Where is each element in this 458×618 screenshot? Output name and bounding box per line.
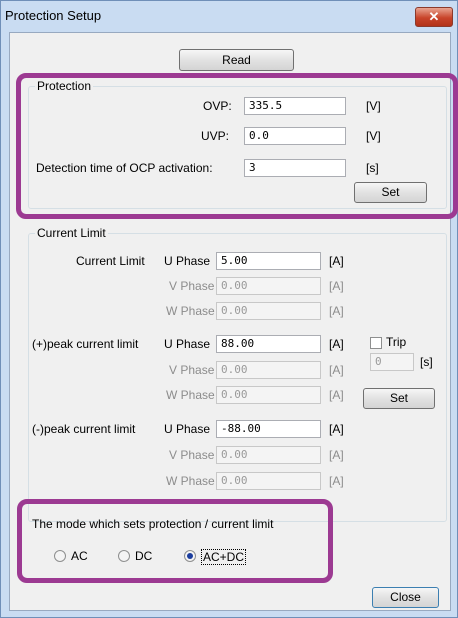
window-title: Protection Setup xyxy=(5,8,102,23)
current-limit-w-phase-unit: [A] xyxy=(329,304,344,318)
negative-peak-v-phase-label: V Phase xyxy=(169,448,215,462)
positive-peak-u-phase-input[interactable]: 88.00 xyxy=(216,335,321,353)
close-icon: ✕ xyxy=(428,9,440,24)
mode-highlight xyxy=(17,499,333,583)
positive-peak-w-phase-unit: [A] xyxy=(329,388,344,402)
close-button[interactable]: Close xyxy=(372,587,439,608)
negative-peak-w-phase-unit: [A] xyxy=(329,474,344,488)
trip-time-input[interactable]: 0 xyxy=(370,353,414,371)
trip-time-unit: [s] xyxy=(420,355,433,369)
protection-highlight xyxy=(16,73,458,219)
current-limit-v-phase-unit: [A] xyxy=(329,279,344,293)
negative-peak-limit-label: (-)peak current limit xyxy=(32,422,136,436)
current-limit-group: Current Limit Current Limit U Phase 5.00… xyxy=(28,226,447,522)
positive-peak-v-phase-unit: [A] xyxy=(329,363,344,377)
current-limit-set-button[interactable]: Set xyxy=(363,388,435,409)
positive-peak-limit-label: (+)peak current limit xyxy=(32,337,139,351)
negative-peak-u-phase-label: U Phase xyxy=(164,422,211,436)
negative-peak-v-phase-unit: [A] xyxy=(329,448,344,462)
read-button[interactable]: Read xyxy=(179,49,294,71)
window-close-button[interactable]: ✕ xyxy=(415,7,453,27)
current-limit-v-phase-input[interactable]: 0.00 xyxy=(216,277,321,295)
positive-peak-v-phase-label: V Phase xyxy=(169,363,215,377)
positive-peak-u-phase-label: U Phase xyxy=(164,337,211,351)
negative-peak-u-phase-unit: [A] xyxy=(329,422,344,436)
current-limit-u-phase-input[interactable]: 5.00 xyxy=(216,252,321,270)
current-limit-w-phase-label: W Phase xyxy=(166,304,215,318)
trip-checkbox[interactable] xyxy=(370,337,382,349)
current-limit-w-phase-input[interactable]: 0.00 xyxy=(216,302,321,320)
positive-peak-w-phase-input[interactable]: 0.00 xyxy=(216,386,321,404)
positive-peak-u-phase-unit: [A] xyxy=(329,337,344,351)
positive-peak-w-phase-label: W Phase xyxy=(166,388,215,402)
positive-peak-v-phase-input[interactable]: 0.00 xyxy=(216,361,321,379)
protection-setup-window: Protection Setup ✕ Read Protection OVP: … xyxy=(0,0,458,618)
current-limit-v-phase-label: V Phase xyxy=(169,279,215,293)
current-limit-legend: Current Limit xyxy=(35,226,108,240)
current-limit-label: Current Limit xyxy=(76,254,145,268)
negative-peak-w-phase-input[interactable]: 0.00 xyxy=(216,472,321,490)
negative-peak-v-phase-input[interactable]: 0.00 xyxy=(216,446,321,464)
negative-peak-w-phase-label: W Phase xyxy=(166,474,215,488)
title-bar[interactable]: Protection Setup ✕ xyxy=(1,1,457,32)
negative-peak-u-phase-input[interactable]: -88.00 xyxy=(216,420,321,438)
current-limit-u-phase-label: U Phase xyxy=(164,254,211,268)
trip-label: Trip xyxy=(386,335,407,349)
current-limit-u-phase-unit: [A] xyxy=(329,254,344,268)
